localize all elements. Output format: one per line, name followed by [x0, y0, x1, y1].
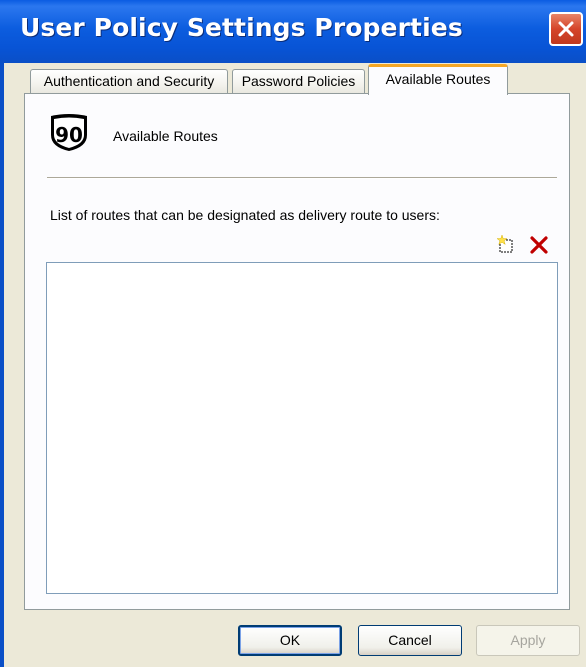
available-routes-list[interactable]: [46, 262, 558, 594]
header-divider: [47, 177, 557, 179]
cancel-button[interactable]: Cancel: [358, 625, 462, 656]
route-list-caption: List of routes that can be designated as…: [50, 207, 440, 223]
panel-header-label: Available Routes: [113, 128, 218, 144]
close-icon: [558, 21, 574, 37]
tab-authentication-and-security[interactable]: Authentication and Security: [30, 69, 228, 93]
new-item-icon: [496, 234, 513, 253]
delete-route-button[interactable]: [529, 236, 549, 254]
properties-dialog: User Policy Settings Properties Authenti…: [0, 0, 586, 667]
window-title: User Policy Settings Properties: [20, 13, 463, 42]
tab-available-routes[interactable]: Available Routes: [368, 64, 508, 95]
ok-button[interactable]: OK: [238, 625, 342, 656]
title-bar[interactable]: User Policy Settings Properties: [0, 0, 586, 63]
apply-button[interactable]: Apply: [476, 625, 580, 656]
shield-number: 90: [55, 123, 83, 147]
window-frame: [0, 63, 4, 667]
close-button[interactable]: [549, 12, 583, 46]
tab-password-policies[interactable]: Password Policies: [232, 69, 365, 93]
delete-x-icon: [530, 236, 548, 254]
new-route-button[interactable]: [496, 234, 516, 254]
route-90-shield-icon: 90: [48, 113, 90, 153]
